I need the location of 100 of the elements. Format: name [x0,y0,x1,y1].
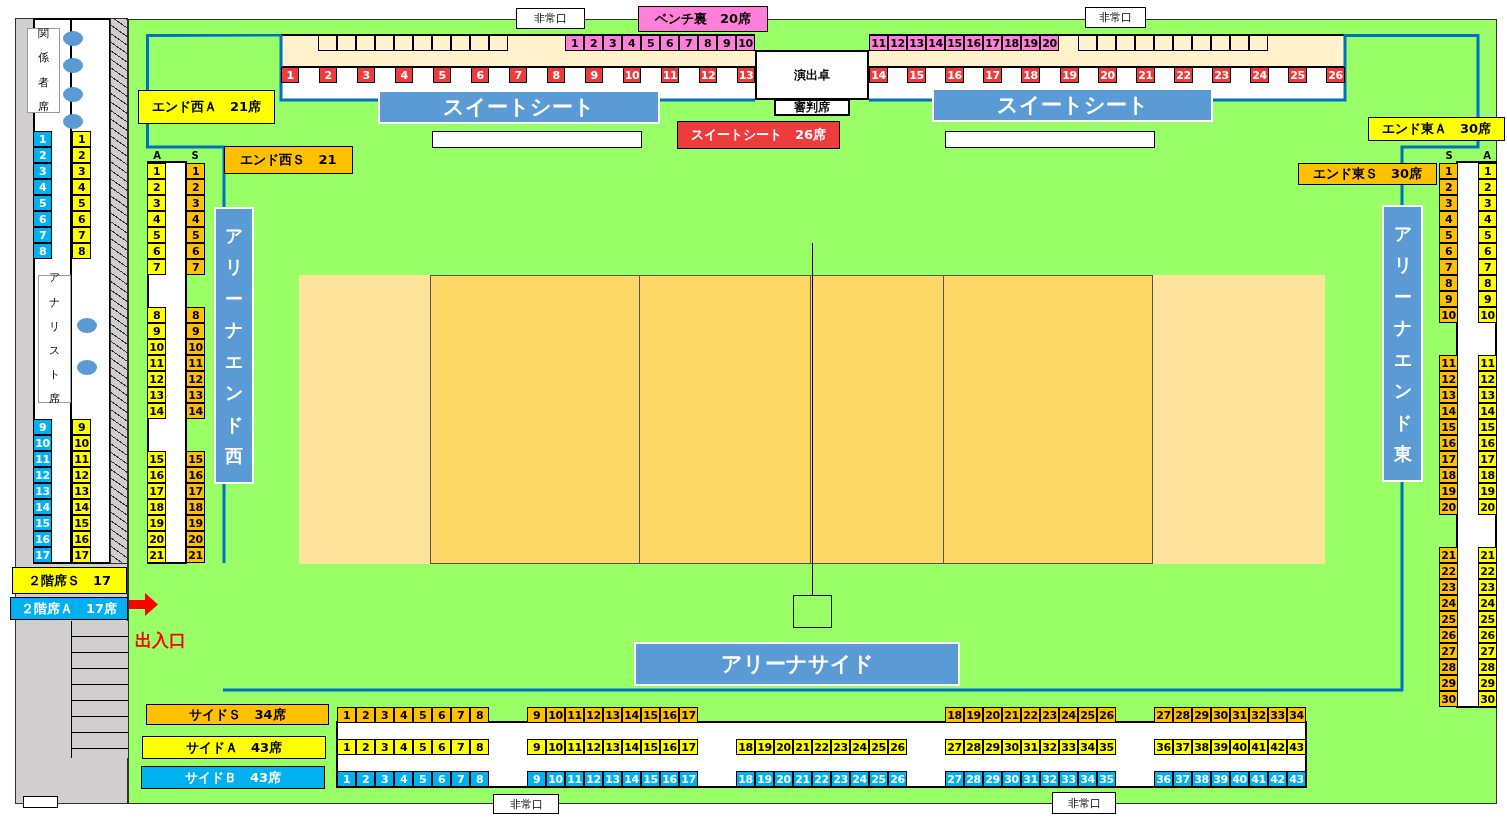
seat: 37 [1173,739,1192,755]
seat: 8 [186,307,205,323]
seat: 2 [584,35,603,51]
seat: 12 [584,771,603,787]
seat: 15 [72,515,91,531]
seat: 30 [1439,691,1458,707]
seat: 17 [679,707,698,723]
seat: 1 [147,163,166,179]
seat: 22 [812,739,831,755]
area-label: 演出卓 [755,50,869,100]
seat: 31 [1021,771,1040,787]
section-label: エンド西Ａ 21席 [138,90,275,124]
seat: 14 [622,771,641,787]
seat: 19 [147,515,166,531]
seat: 2 [356,739,375,755]
seat: 25 [1288,67,1307,83]
seat: 5 [433,67,451,83]
floor-marker [23,796,58,808]
seat: 10 [736,35,755,51]
seat: 21 [1439,547,1458,563]
seat: 41 [1249,739,1268,755]
seat: 20 [147,531,166,547]
seat: 14 [1478,403,1497,419]
seat: 3 [375,739,394,755]
section-label: ２階席Ａ 17席 [10,597,128,620]
seat: 25 [1478,611,1497,627]
seat: 1 [33,131,52,147]
seat: 22 [1478,563,1497,579]
seat: 6 [186,243,205,259]
seat: 2 [72,147,91,163]
seat: 7 [679,35,698,51]
seat: 1 [186,163,205,179]
seat: 23 [1439,579,1458,595]
seat: 11 [72,451,91,467]
seat: 8 [547,67,565,83]
column-heading: S [190,149,200,161]
seat: 8 [470,707,489,723]
seat: 26 [1439,627,1458,643]
seat: 30 [1002,739,1021,755]
seat: 21 [147,547,166,563]
seat: 31 [1021,739,1040,755]
seat: 5 [1478,227,1497,243]
seat: 10 [546,771,565,787]
seat: 29 [1439,675,1458,691]
area-label: 審判席 [774,99,850,116]
seat: 24 [1439,595,1458,611]
seat: 32 [1249,707,1268,723]
zone-sign: アリーナエンド東 [1382,205,1423,482]
seat: 10 [546,739,565,755]
seat: 15 [907,67,926,83]
seat: 30 [1478,691,1497,707]
seat: 10 [186,339,205,355]
seat: 16 [1439,435,1458,451]
seat: 16 [660,771,679,787]
section-label: サイドＢ 43席 [141,766,325,789]
seat: 14 [869,67,888,83]
seat: 5 [33,195,52,211]
seat: 9 [186,323,205,339]
seat: 17 [679,739,698,755]
seat: 19 [186,515,205,531]
seat: 17 [983,67,1002,83]
seat: 2 [319,67,337,83]
seat: 3 [33,163,52,179]
seat: 13 [603,707,622,723]
seat: 4 [622,35,641,51]
seat: 29 [983,739,1002,755]
seat: 6 [1478,243,1497,259]
seat: 10 [147,339,166,355]
seat: 26 [1478,627,1497,643]
seat: 4 [72,179,91,195]
seat: 36 [1154,771,1173,787]
seat: 16 [147,467,166,483]
seat: 18 [945,707,964,723]
seat: 14 [33,499,52,515]
seat: 4 [395,67,413,83]
seat: 28 [1439,659,1458,675]
seat: 14 [186,403,205,419]
seat: 9 [72,419,91,435]
seat: 41 [1249,771,1268,787]
seat: 32 [1040,771,1059,787]
seat: 18 [736,771,755,787]
seat: 30 [1211,707,1230,723]
seat: 11 [1478,355,1497,371]
seat: 3 [1439,195,1458,211]
seat: 13 [907,35,926,51]
seat: 6 [432,707,451,723]
seat: 19 [755,739,774,755]
seat: 16 [964,35,983,51]
seat: 11 [147,355,166,371]
seat: 3 [186,195,205,211]
seat: 6 [72,211,91,227]
section-label: ２階席Ｓ 17 [12,567,127,594]
zone-sign: アリーナサイド [634,642,960,686]
seat: 27 [945,771,964,787]
seat: 21 [186,547,205,563]
seat: 9 [717,35,736,51]
section-label: ベンチ裏 20席 [638,6,768,32]
seat: 18 [736,739,755,755]
seat: 13 [147,387,166,403]
seat: 17 [186,483,205,499]
